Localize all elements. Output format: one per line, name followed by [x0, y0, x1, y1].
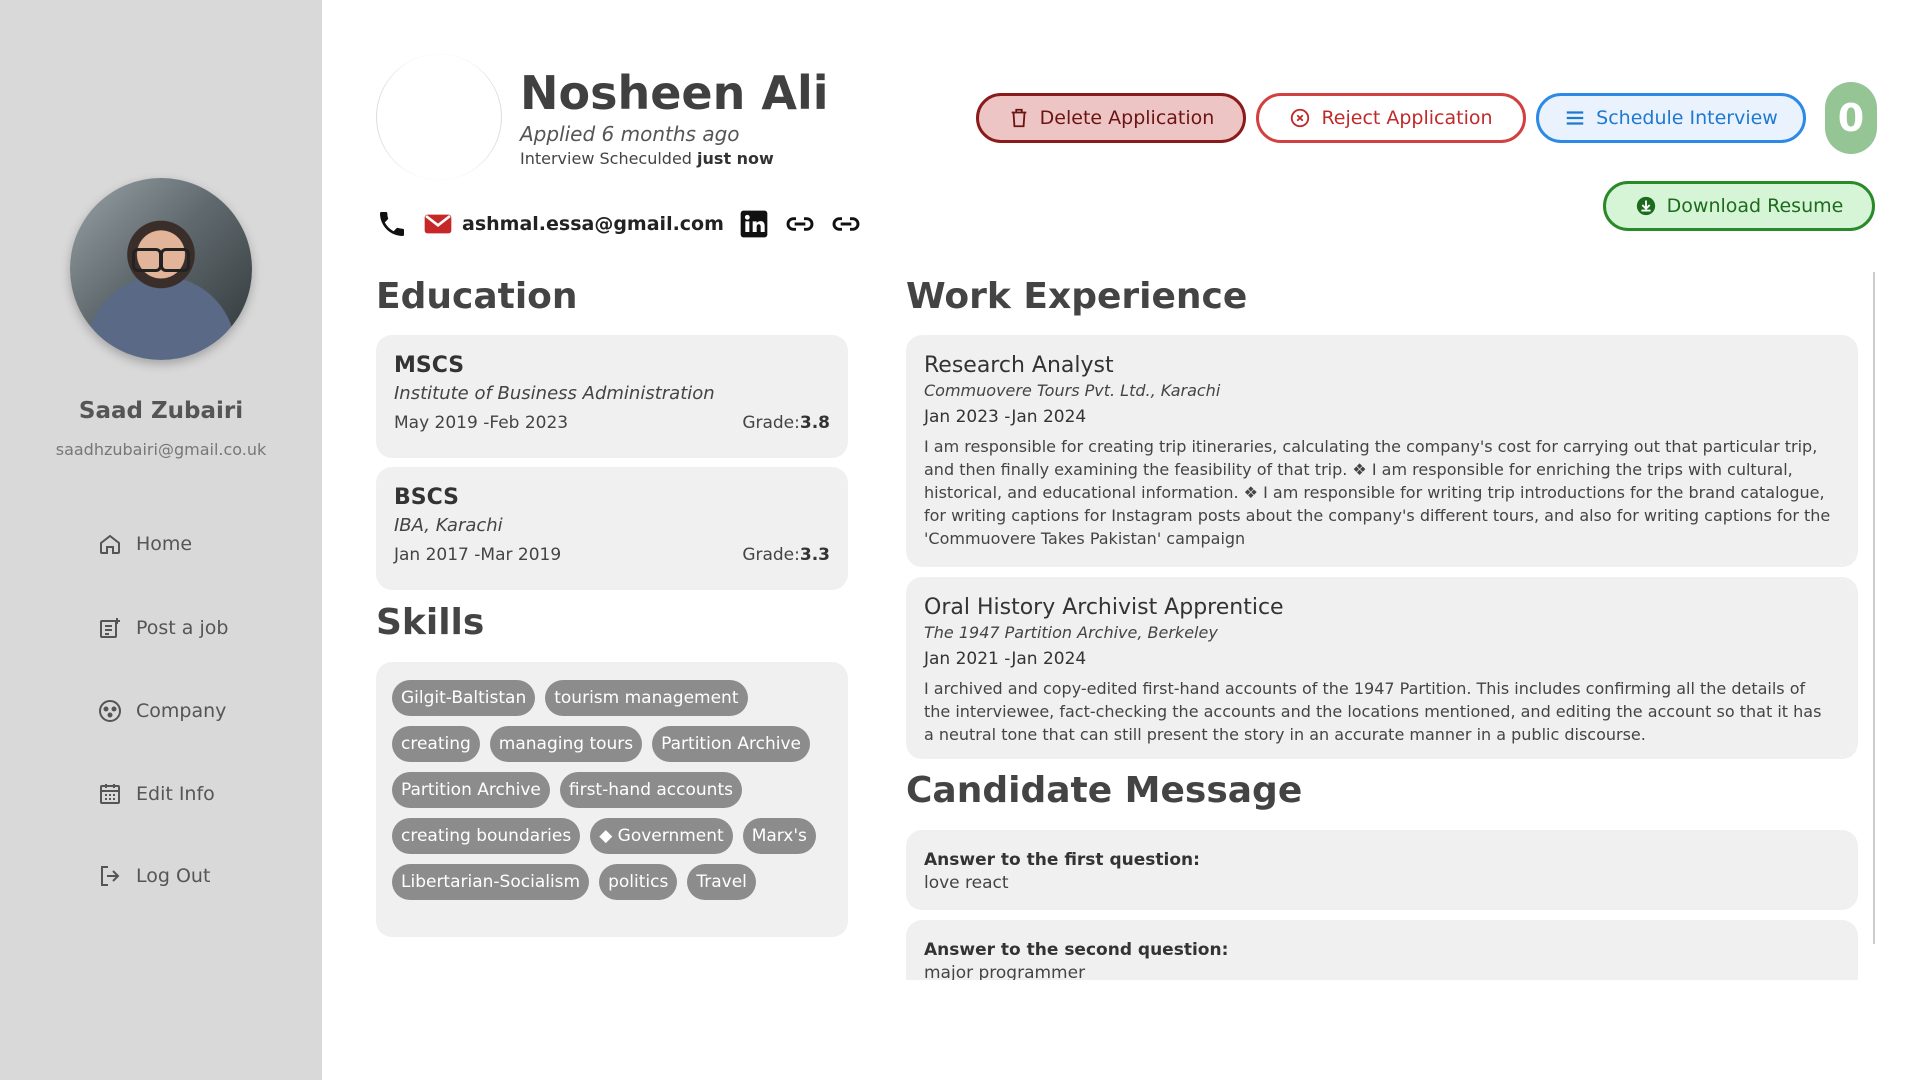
job-dates: Jan 2023 -Jan 2024 [924, 407, 1087, 427]
education-degree: MSCS [394, 353, 465, 378]
mail-icon[interactable] [422, 208, 454, 240]
nav-post-job[interactable]: Post a job [98, 616, 228, 640]
candidate-message-title: Candidate Message [906, 770, 1303, 811]
skill-chip[interactable]: creating boundaries [392, 818, 581, 854]
download-resume-label: Download Resume [1666, 195, 1844, 217]
education-card: MSCS Institute of Business Administratio… [376, 335, 848, 458]
candidate-email[interactable]: ashmal.essa@gmail.com [462, 213, 724, 235]
company-icon [99, 700, 121, 722]
grade-label: Grade: [742, 413, 800, 433]
message-card: Answer to the second question: major pro… [906, 920, 1858, 980]
nav-edit-info[interactable]: Edit Info [98, 782, 215, 806]
skill-chip[interactable]: Marx's [742, 818, 816, 854]
skill-chip[interactable]: ◆ Government [590, 818, 733, 854]
nav-company[interactable]: Company [98, 699, 226, 723]
job-description: I archived and copy-edited first-hand ac… [924, 679, 1822, 744]
delete-application-button[interactable]: Delete Application [976, 93, 1246, 143]
reject-application-button[interactable]: Reject Application [1256, 93, 1526, 143]
interview-status-when: just now [697, 149, 774, 168]
work-card: Research Analyst Commuovere Tours Pvt. L… [906, 335, 1858, 567]
nav-log-out-label: Log Out [136, 865, 211, 887]
education-degree: BSCS [394, 485, 460, 510]
home-icon [100, 534, 120, 554]
message-answer: major programmer [924, 963, 1086, 980]
trash-icon [1011, 108, 1027, 128]
education-dates: May 2019 -Feb 2023 [394, 413, 569, 433]
user-email: saadhzubairi@gmail.co.uk [55, 440, 267, 459]
job-description: I am responsible for creating trip itine… [924, 437, 1831, 548]
education-card: BSCS IBA, Karachi Jan 2017 -Mar 2019 Gra… [376, 467, 848, 590]
message-question: Answer to the first question: [924, 850, 1200, 870]
message-answer: love react [924, 873, 1009, 893]
education-grade: Grade:3.8 [742, 413, 830, 433]
job-company: The 1947 Partition Archive, Berkeley [924, 623, 1218, 642]
menu-icon [1566, 111, 1584, 125]
education-institution: Institute of Business Administration [394, 383, 715, 404]
education-dates: Jan 2017 -Mar 2019 [394, 545, 562, 565]
schedule-interview-label: Schedule Interview [1596, 107, 1778, 129]
counter-badge: 0 [1825, 82, 1877, 154]
link-icon[interactable] [830, 208, 862, 240]
nav-log-out[interactable]: Log Out [98, 864, 210, 888]
education-title: Education [376, 276, 578, 317]
work-card: Oral History Archivist Apprentice The 19… [906, 577, 1858, 759]
candidate-photo [376, 54, 502, 180]
applied-time: Applied 6 months ago [520, 122, 740, 146]
post-job-icon [100, 618, 120, 638]
scrollbar[interactable] [1873, 272, 1875, 944]
skill-chip[interactable]: politics [599, 864, 678, 900]
skill-chip[interactable]: Gilgit-Baltistan [392, 680, 536, 716]
skills-title: Skills [376, 602, 485, 643]
nav-home-label: Home [136, 533, 193, 555]
skill-chip[interactable]: managing tours [489, 726, 643, 762]
skill-chip[interactable]: creating [392, 726, 480, 762]
candidate-messages: Answer to the first question: love react… [906, 820, 1858, 980]
skill-chip[interactable]: tourism management [545, 680, 748, 716]
skill-chip[interactable]: Partition Archive [392, 772, 550, 808]
download-resume-button[interactable]: Download Resume [1603, 181, 1875, 231]
user-name: Saad Zubairi [78, 398, 244, 424]
interview-status-text: Interview Scheculded [520, 149, 698, 168]
skill-chip[interactable]: Libertarian-Socialism [392, 864, 590, 900]
job-title: Research Analyst [924, 353, 1114, 378]
skill-chip[interactable]: Partition Archive [652, 726, 811, 762]
calendar-icon [100, 784, 120, 804]
contact-row: ashmal.essa@gmail.com [376, 208, 862, 240]
work-experience-title: Work Experience [906, 276, 1248, 317]
nav-company-label: Company [136, 700, 227, 722]
nav-edit-info-label: Edit Info [136, 783, 215, 805]
candidate-name: Nosheen Ali [520, 66, 829, 120]
avatar [70, 178, 252, 360]
skills-list: Gilgit-Baltistan tourism management crea… [392, 680, 832, 900]
cancel-circle-icon [1291, 108, 1310, 128]
grade-label: Grade: [742, 545, 800, 565]
link-icon[interactable] [784, 208, 816, 240]
grade-value: 3.3 [799, 545, 830, 565]
interview-status: Interview Scheculded just now [520, 149, 774, 168]
nav-post-job-label: Post a job [136, 617, 229, 639]
skill-chip[interactable]: first-hand accounts [559, 772, 742, 808]
skill-chip[interactable]: Travel [687, 864, 756, 900]
schedule-interview-button[interactable]: Schedule Interview [1536, 93, 1806, 143]
download-icon [1636, 196, 1655, 216]
grade-value: 3.8 [799, 413, 830, 433]
delete-application-label: Delete Application [1039, 107, 1215, 129]
logout-icon [101, 866, 120, 886]
education-institution: IBA, Karachi [394, 515, 503, 536]
job-title: Oral History Archivist Apprentice [924, 595, 1284, 620]
linkedin-icon[interactable] [738, 208, 770, 240]
nav-home[interactable]: Home [98, 532, 192, 556]
reject-application-label: Reject Application [1321, 107, 1493, 129]
message-card: Answer to the first question: love react [906, 830, 1858, 910]
education-grade: Grade:3.3 [742, 545, 830, 565]
sidebar: Saad Zubairi saadhzubairi@gmail.co.uk Ho… [0, 0, 322, 1080]
skills-card: Gilgit-Baltistan tourism management crea… [376, 662, 848, 937]
phone-icon[interactable] [376, 208, 408, 240]
message-question: Answer to the second question: [924, 940, 1229, 960]
job-company: Commuovere Tours Pvt. Ltd., Karachi [924, 381, 1221, 400]
job-dates: Jan 2021 -Jan 2024 [924, 649, 1087, 669]
